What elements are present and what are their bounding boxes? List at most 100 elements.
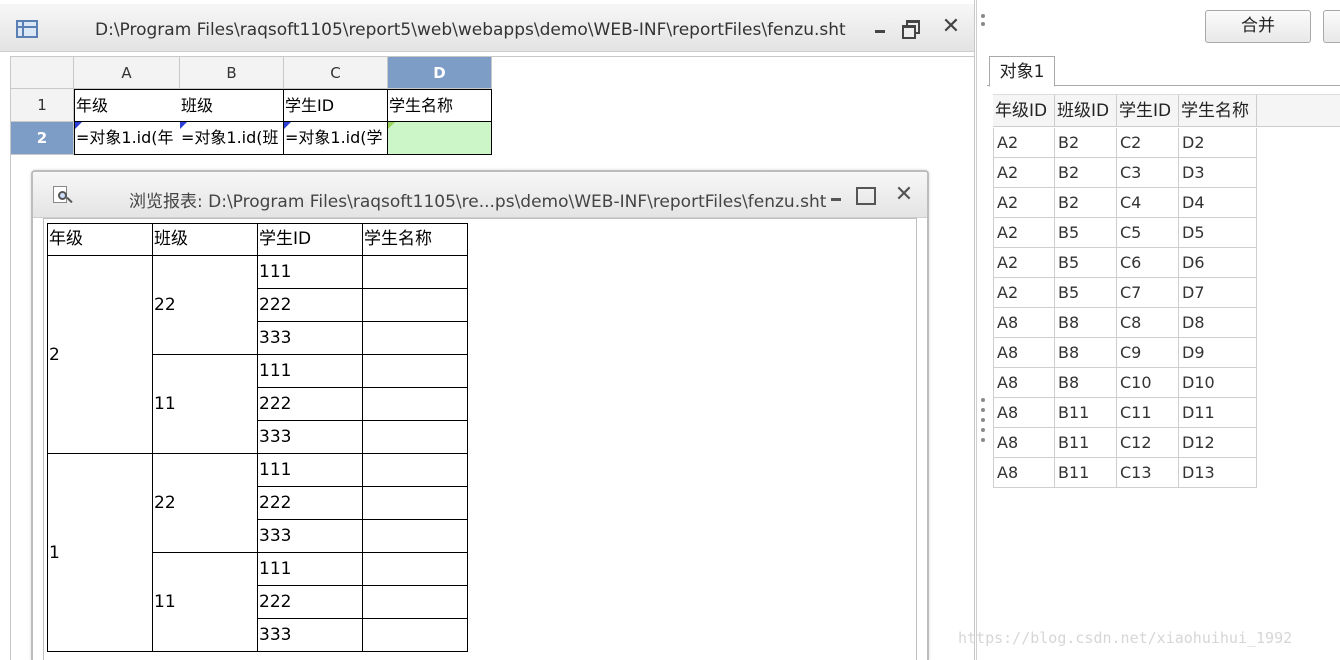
object-table-cell[interactable]: A8 bbox=[993, 458, 1055, 488]
object-column-header[interactable]: 年级ID bbox=[993, 95, 1055, 127]
object-table-cell[interactable]: B11 bbox=[1055, 458, 1117, 488]
report-preview-area[interactable]: 年级 班级 学生ID 学生名称 2 22 111 222 333 11 111 222 333 1 22 11… bbox=[43, 218, 917, 660]
object-table-cell[interactable]: B2 bbox=[1055, 128, 1117, 158]
object-table-cell[interactable]: D8 bbox=[1179, 308, 1257, 338]
grid-cell-d2[interactable] bbox=[388, 122, 492, 155]
grid-cell-a1[interactable]: 年级 bbox=[74, 89, 181, 122]
grid-cell-c2[interactable]: =对象1.id(学 bbox=[284, 122, 388, 155]
preview-maximize-icon[interactable] bbox=[851, 182, 877, 208]
preview-window: 浏览报表: D:\Program Files\raqsoft1105\re...… bbox=[31, 170, 929, 660]
grid-corner[interactable] bbox=[11, 57, 74, 89]
object-table-cell[interactable]: A2 bbox=[993, 128, 1055, 158]
object-table-cell[interactable]: C13 bbox=[1117, 458, 1179, 488]
object-table-cell[interactable]: A8 bbox=[993, 398, 1055, 428]
object-table-cell[interactable]: C6 bbox=[1117, 248, 1179, 278]
close-icon[interactable]: ✕ bbox=[938, 14, 964, 40]
object-table-cell[interactable]: C2 bbox=[1117, 128, 1179, 158]
object-table-cell[interactable]: B5 bbox=[1055, 278, 1117, 308]
object-table-cell[interactable]: B8 bbox=[1055, 308, 1117, 338]
designer-titlebar[interactable]: D:\Program Files\raqsoft1105\report5\web… bbox=[0, 4, 974, 52]
tab-object1[interactable]: 对象1 bbox=[989, 56, 1055, 87]
object-table-cell[interactable]: B2 bbox=[1055, 188, 1117, 218]
grid-cell-b1[interactable]: 班级 bbox=[180, 89, 284, 122]
object-table-cell[interactable]: A8 bbox=[993, 368, 1055, 398]
object-table-cell[interactable]: A2 bbox=[993, 158, 1055, 188]
minimize-icon[interactable] bbox=[867, 14, 893, 40]
column-header-b[interactable]: B bbox=[180, 57, 284, 89]
preview-magnifier-icon bbox=[53, 186, 73, 204]
splitter-grip-icon[interactable] bbox=[981, 408, 985, 412]
object-table-cell[interactable]: B8 bbox=[1055, 338, 1117, 368]
object-table-cell[interactable]: D13 bbox=[1179, 458, 1257, 488]
toolbar-button[interactable] bbox=[1323, 10, 1340, 43]
cell-marker-icon bbox=[388, 122, 395, 129]
object-table-cell[interactable]: B11 bbox=[1055, 398, 1117, 428]
preview-minimize-icon[interactable] bbox=[823, 182, 849, 208]
report-student-id-cell: 222 bbox=[257, 288, 363, 322]
object-table-cell[interactable]: C8 bbox=[1117, 308, 1179, 338]
preview-close-icon[interactable]: ✕ bbox=[891, 182, 917, 208]
row-header-2[interactable]: 2 bbox=[11, 122, 74, 155]
grid-cell-d1[interactable]: 学生名称 bbox=[388, 89, 492, 122]
column-header-d[interactable]: D bbox=[388, 57, 492, 89]
object-table-cell[interactable]: C11 bbox=[1117, 398, 1179, 428]
report-student-name-cell bbox=[362, 519, 468, 553]
preview-window-title: 浏览报表: D:\Program Files\raqsoft1105\re...… bbox=[129, 192, 827, 212]
report-header-cell: 学生ID bbox=[257, 223, 363, 256]
object-table-cell[interactable]: A2 bbox=[993, 188, 1055, 218]
row-header-1[interactable]: 1 bbox=[11, 89, 74, 122]
report-student-name-cell bbox=[362, 321, 468, 355]
object-table-cell[interactable]: A2 bbox=[993, 248, 1055, 278]
object-table-cell[interactable]: B8 bbox=[1055, 368, 1117, 398]
object-table-cell[interactable]: C9 bbox=[1117, 338, 1179, 368]
splitter-grip-icon[interactable] bbox=[981, 428, 985, 432]
object-table-cell[interactable]: A2 bbox=[993, 218, 1055, 248]
object-table-cell[interactable]: D12 bbox=[1179, 428, 1257, 458]
object-column-header[interactable]: 学生ID bbox=[1117, 95, 1179, 127]
object-table-cell[interactable]: A8 bbox=[993, 428, 1055, 458]
object-table-cell[interactable]: A8 bbox=[993, 338, 1055, 368]
object-table-cell[interactable]: D5 bbox=[1179, 218, 1257, 248]
grid-cell-b2[interactable]: =对象1.id(班 bbox=[180, 122, 284, 155]
column-header-c[interactable]: C bbox=[284, 57, 388, 89]
object-column-header[interactable]: 班级ID bbox=[1055, 95, 1117, 127]
object-table-cell[interactable]: C7 bbox=[1117, 278, 1179, 308]
grid-cell-a2[interactable]: =对象1.id(年 bbox=[74, 122, 181, 155]
object-table-cell[interactable]: D7 bbox=[1179, 278, 1257, 308]
object-column-header[interactable]: 学生名称 bbox=[1179, 95, 1257, 127]
object-table-cell[interactable]: D4 bbox=[1179, 188, 1257, 218]
object-table-cell[interactable]: A2 bbox=[993, 278, 1055, 308]
column-header-a[interactable]: A bbox=[74, 57, 180, 89]
designer-window: D:\Program Files\raqsoft1105\report5\web… bbox=[0, 0, 975, 660]
object-table-cell[interactable]: D11 bbox=[1179, 398, 1257, 428]
object-table-cell[interactable]: D2 bbox=[1179, 128, 1257, 158]
object-table-cell[interactable]: C10 bbox=[1117, 368, 1179, 398]
splitter-grip-icon[interactable] bbox=[981, 14, 985, 18]
splitter-grip-icon[interactable] bbox=[981, 22, 985, 26]
object-table-cell[interactable]: C5 bbox=[1117, 218, 1179, 248]
report-student-name-cell bbox=[362, 618, 468, 652]
cell-marker-icon bbox=[180, 122, 187, 129]
report-student-id-cell: 333 bbox=[257, 321, 363, 355]
preview-titlebar[interactable]: 浏览报表: D:\Program Files\raqsoft1105\re...… bbox=[33, 172, 927, 218]
object-table-cell[interactable]: B2 bbox=[1055, 158, 1117, 188]
object-table-cell[interactable]: B5 bbox=[1055, 218, 1117, 248]
restore-icon[interactable] bbox=[897, 14, 923, 40]
report-student-id-cell: 111 bbox=[257, 453, 363, 487]
object-data-table[interactable]: 年级ID 班级ID 学生ID 学生名称 A2 B2 C2 D2 A2 B2 C3 D3 A2 B2 C4 D… bbox=[993, 94, 1340, 660]
object-table-cell[interactable]: D9 bbox=[1179, 338, 1257, 368]
splitter-grip-icon[interactable] bbox=[981, 418, 985, 422]
object-table-cell[interactable]: C4 bbox=[1117, 188, 1179, 218]
object-table-cell[interactable]: C12 bbox=[1117, 428, 1179, 458]
object-table-cell[interactable]: B11 bbox=[1055, 428, 1117, 458]
object-table-cell[interactable]: D10 bbox=[1179, 368, 1257, 398]
object-table-cell[interactable]: A8 bbox=[993, 308, 1055, 338]
object-table-cell[interactable]: D3 bbox=[1179, 158, 1257, 188]
object-table-cell[interactable]: C3 bbox=[1117, 158, 1179, 188]
grid-cell-c1[interactable]: 学生ID bbox=[284, 89, 388, 122]
object-table-cell[interactable]: D6 bbox=[1179, 248, 1257, 278]
splitter-grip-icon[interactable] bbox=[981, 398, 985, 402]
object-table-cell[interactable]: B5 bbox=[1055, 248, 1117, 278]
merge-button[interactable]: 合并 bbox=[1205, 10, 1311, 43]
splitter-grip-icon[interactable] bbox=[981, 438, 985, 442]
